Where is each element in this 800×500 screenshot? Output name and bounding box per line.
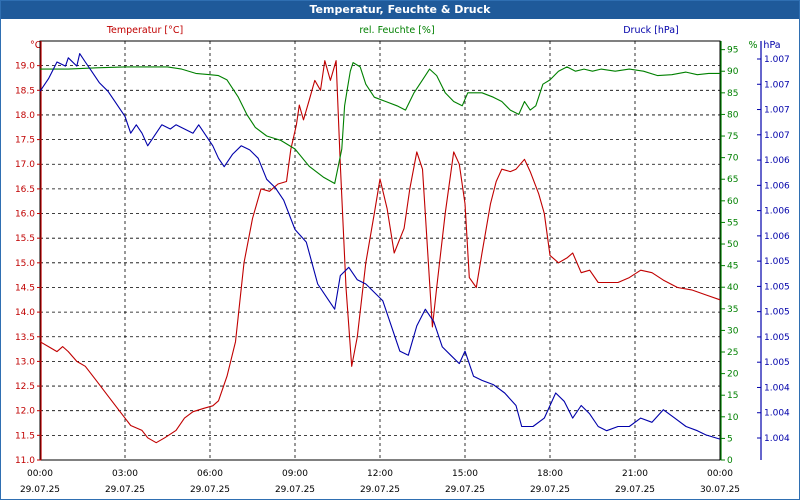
temperature-tick-label: 11.5 (15, 431, 35, 441)
temperature-tick-label: 13.5 (15, 333, 35, 343)
humidity-tick-label: 20 (727, 370, 739, 380)
temperature-tick-label: 18.5 (15, 86, 35, 96)
pressure-unit-label: hPa (763, 40, 780, 51)
pressure-tick-label: 1.006 (764, 207, 790, 217)
x-tick-date: 29.07.25 (275, 485, 315, 495)
pressure-tick-label: 1.004 (764, 409, 790, 419)
humidity-tick-label: 5 (727, 434, 733, 444)
temperature-tick-label: 14.0 (15, 308, 35, 318)
temperature-tick-label: 17.0 (15, 160, 35, 170)
humidity-tick-label: 35 (727, 305, 738, 315)
temperature-tick-label: 17.5 (15, 136, 35, 146)
pressure-tick-label: 1.007 (764, 55, 790, 65)
humidity-unit-label: % (748, 40, 757, 51)
humidity-axis-label: rel. Feuchte [%] (359, 25, 434, 36)
temperature-tick-label: 12.0 (15, 407, 35, 417)
x-tick-date: 29.07.25 (445, 485, 485, 495)
pressure-tick-label: 1.005 (764, 308, 790, 318)
pressure-tick-label: 1.006 (764, 156, 790, 166)
temperature-tick-label: 12.5 (15, 382, 35, 392)
x-tick-time: 15:00 (452, 469, 478, 479)
temperature-tick-label: 18.0 (15, 111, 35, 121)
humidity-tick-label: 25 (727, 348, 738, 358)
humidity-tick-label: 10 (727, 413, 739, 423)
temperature-tick-label: 15.5 (15, 234, 35, 244)
x-tick-time: 12:00 (367, 469, 393, 479)
pressure-tick-label: 1.004 (764, 434, 790, 444)
x-tick-time: 18:00 (537, 469, 563, 479)
humidity-tick-label: 50 (727, 240, 739, 250)
x-tick-date: 30.07.25 (700, 485, 740, 495)
chart-canvas: °C Temperatur [°C] rel. Feuchte [%] Druc… (15, 25, 790, 495)
pressure-tick-label: 1.006 (764, 181, 790, 191)
pressure-tick-label: 1.005 (764, 358, 790, 368)
pressure-tick-label: 1.007 (764, 131, 790, 141)
x-tick-time: 09:00 (282, 469, 308, 479)
pressure-tick-label: 1.006 (764, 232, 790, 242)
pressure-tick-label: 1.005 (764, 257, 790, 267)
temperature-tick-label: 15.0 (15, 259, 35, 269)
temperature-tick-label: 19.0 (15, 62, 35, 72)
humidity-tick-label: 0 (727, 456, 733, 466)
humidity-tick-label: 95 (727, 46, 738, 56)
humidity-tick-label: 55 (727, 218, 738, 228)
x-tick-time: 21:00 (622, 469, 648, 479)
temperature-tick-label: 16.0 (15, 210, 35, 220)
pressure-tick-label: 1.007 (764, 106, 790, 116)
humidity-tick-label: 30 (727, 326, 739, 336)
humidity-tick-label: 65 (727, 175, 738, 185)
pressure-axis-label: Druck [hPa] (623, 25, 679, 36)
humidity-tick-label: 75 (727, 132, 738, 142)
humidity-tick-label: 45 (727, 262, 738, 272)
x-tick-time: 06:00 (197, 469, 223, 479)
humidity-tick-label: 85 (727, 89, 738, 99)
temperature-tick-label: 11.0 (15, 456, 35, 466)
humidity-series-line (40, 62, 720, 185)
x-tick-date: 29.07.25 (615, 485, 655, 495)
pressure-tick-label: 1.007 (764, 80, 790, 90)
x-tick-time: 00:00 (707, 469, 733, 479)
temperature-tick-label: 14.5 (15, 283, 35, 293)
pressure-tick-label: 1.005 (764, 282, 790, 292)
humidity-tick-label: 60 (727, 197, 739, 207)
x-tick-date: 29.07.25 (190, 485, 230, 495)
x-tick-date: 29.07.25 (105, 485, 145, 495)
pressure-tick-label: 1.005 (764, 333, 790, 343)
x-tick-time: 00:00 (27, 469, 53, 479)
temperature-axis-label: Temperatur [°C] (106, 25, 183, 36)
humidity-tick-label: 15 (727, 391, 738, 401)
x-tick-date: 29.07.25 (360, 485, 400, 495)
x-tick-date: 29.07.25 (530, 485, 570, 495)
humidity-tick-label: 80 (727, 110, 739, 120)
temperature-tick-label: 16.5 (15, 185, 35, 195)
pressure-tick-label: 1.004 (764, 383, 790, 393)
temperature-tick-label: 13.0 (15, 357, 35, 367)
x-tick-time: 03:00 (112, 469, 138, 479)
humidity-tick-label: 40 (727, 283, 739, 293)
humidity-tick-label: 90 (727, 67, 739, 77)
x-tick-date: 29.07.25 (20, 485, 60, 495)
humidity-tick-label: 70 (727, 154, 739, 164)
